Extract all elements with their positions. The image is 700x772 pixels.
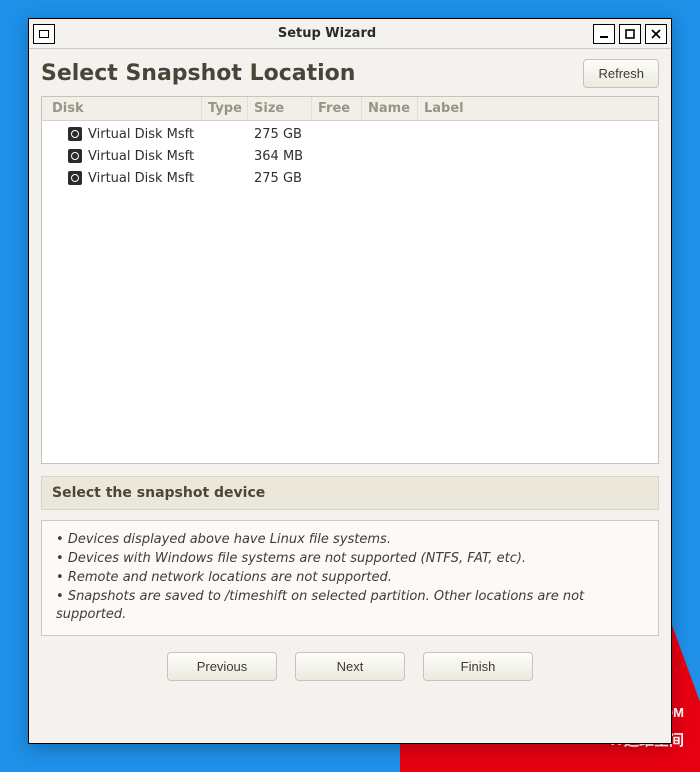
titlebar[interactable]: Setup Wizard (29, 19, 671, 49)
info-line: Devices with Windows file systems are no… (56, 550, 644, 569)
disk-icon (68, 171, 82, 185)
col-label[interactable]: Label (418, 97, 658, 120)
table-row[interactable]: Virtual Disk Msft 275 GB (42, 123, 658, 145)
cell-size: 364 MB (248, 149, 312, 164)
info-line: Remote and network locations are not sup… (56, 569, 644, 588)
page-title: Select Snapshot Location (41, 61, 583, 86)
info-line: Snapshots are saved to /timeshift on sel… (56, 588, 644, 626)
next-button[interactable]: Next (295, 652, 405, 681)
info-box: Devices displayed above have Linux file … (41, 520, 659, 636)
section-title: Select the snapshot device (41, 476, 659, 510)
maximize-button[interactable] (619, 24, 641, 44)
refresh-button[interactable]: Refresh (583, 59, 659, 88)
disk-list[interactable]: Disk Type Size Free Name Label Virtual D… (41, 96, 659, 464)
window-title: Setup Wizard (61, 26, 593, 41)
setup-wizard-window: Setup Wizard Select Snapshot Location Re… (28, 18, 672, 744)
col-disk[interactable]: Disk (42, 97, 202, 120)
col-type[interactable]: Type (202, 97, 248, 120)
disk-icon (68, 149, 82, 163)
wizard-nav: Previous Next Finish (41, 652, 659, 681)
col-free[interactable]: Free (312, 97, 362, 120)
cell-size: 275 GB (248, 127, 312, 142)
table-row[interactable]: Virtual Disk Msft 275 GB (42, 167, 658, 189)
col-name[interactable]: Name (362, 97, 418, 120)
minimize-button[interactable] (593, 24, 615, 44)
close-button[interactable] (645, 24, 667, 44)
disk-name: Virtual Disk Msft (88, 149, 194, 164)
col-size[interactable]: Size (248, 97, 312, 120)
previous-button[interactable]: Previous (167, 652, 277, 681)
disk-list-header: Disk Type Size Free Name Label (42, 97, 658, 121)
disk-name: Virtual Disk Msft (88, 127, 194, 142)
finish-button[interactable]: Finish (423, 652, 533, 681)
info-line: Devices displayed above have Linux file … (56, 531, 644, 550)
disk-name: Virtual Disk Msft (88, 171, 194, 186)
cell-size: 275 GB (248, 171, 312, 186)
disk-icon (68, 127, 82, 141)
window-menu-icon[interactable] (33, 24, 55, 44)
table-row[interactable]: Virtual Disk Msft 364 MB (42, 145, 658, 167)
